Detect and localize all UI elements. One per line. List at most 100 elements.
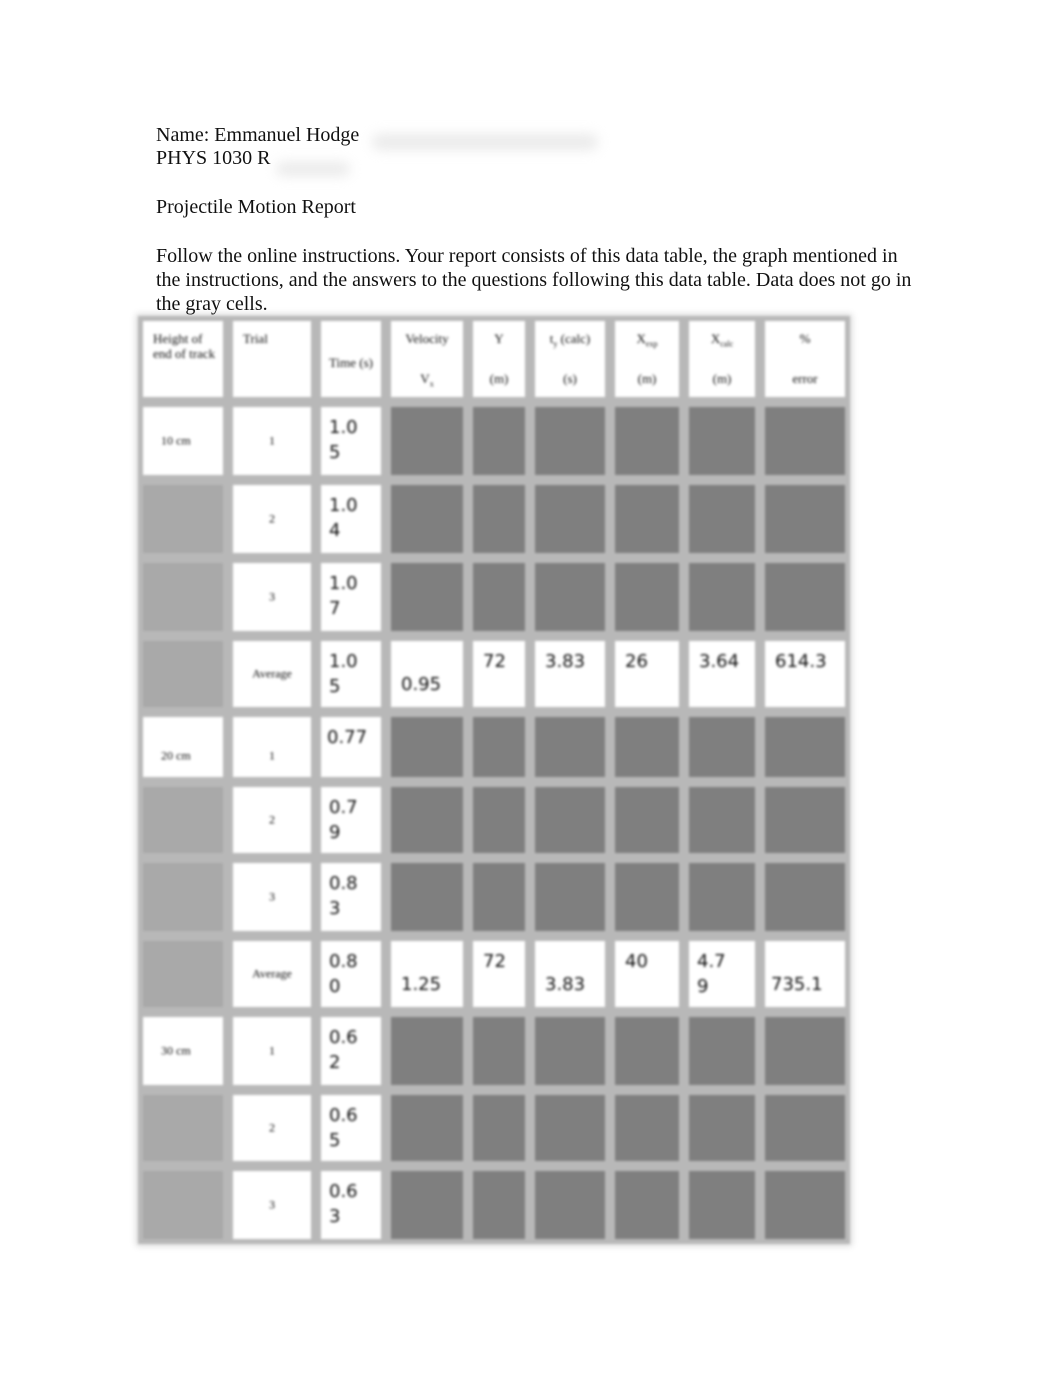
time-cell[interactable]: 0.83	[316, 858, 386, 936]
gray-cell	[468, 1012, 530, 1090]
x-calc-cell[interactable]: 4.79	[684, 936, 760, 1012]
time-cell[interactable]: 0.79	[316, 782, 386, 858]
trial-cell: 3	[228, 558, 316, 636]
gray-cell	[610, 858, 684, 936]
gray-cell	[468, 782, 530, 858]
table-row: 20 cm 1 0.77	[138, 712, 850, 782]
header-x-exp: Xexp (m)	[610, 316, 684, 402]
velocity-cell[interactable]: 1.25	[386, 936, 468, 1012]
table-header-row: Height of end of track Trial Time (s) Ve…	[138, 316, 850, 402]
table-row: 2 1.04	[138, 480, 850, 558]
x-exp-cell[interactable]: 26	[610, 636, 684, 712]
y-cell[interactable]: 72	[468, 636, 530, 712]
table-row: 3 0.83	[138, 858, 850, 936]
gray-cell	[138, 858, 228, 936]
average-row: Average 1.05 0.95 72 3.83 26 3.64 614.3	[138, 636, 850, 712]
time-cell[interactable]: 0.65	[316, 1090, 386, 1166]
gray-cell	[684, 858, 760, 936]
gray-cell	[138, 558, 228, 636]
x-exp-cell[interactable]: 40	[610, 936, 684, 1012]
avg-time-cell[interactable]: 0.80	[316, 936, 386, 1012]
average-label-cell: Average	[228, 636, 316, 712]
header-y: Y (m)	[468, 316, 530, 402]
header-velocity: Velocity Vx	[386, 316, 468, 402]
average-label-cell: Average	[228, 936, 316, 1012]
gray-cell	[386, 712, 468, 782]
trial-cell: 3	[228, 858, 316, 936]
gray-cell	[610, 558, 684, 636]
y-cell[interactable]: 72	[468, 936, 530, 1012]
gray-cell	[684, 480, 760, 558]
gray-cell	[684, 712, 760, 782]
gray-cell	[530, 782, 610, 858]
time-cell[interactable]: 0.77	[316, 712, 386, 782]
gray-cell	[386, 402, 468, 480]
header-trial: Trial	[228, 316, 316, 402]
gray-cell	[386, 1090, 468, 1166]
avg-time-cell[interactable]: 1.05	[316, 636, 386, 712]
table-row: 10 cm 1 1.05	[138, 402, 850, 480]
gray-cell	[684, 558, 760, 636]
gray-cell	[684, 1012, 760, 1090]
report-title: Projectile Motion Report	[156, 196, 356, 218]
gray-cell	[468, 558, 530, 636]
height-cell: 30 cm	[138, 1012, 228, 1090]
data-table: Height of end of track Trial Time (s) Ve…	[138, 316, 850, 1244]
trial-cell: 1	[228, 712, 316, 782]
gray-cell	[610, 480, 684, 558]
gray-cell	[468, 712, 530, 782]
gray-cell	[138, 1166, 228, 1244]
gray-cell	[468, 858, 530, 936]
gray-cell	[760, 1166, 850, 1244]
gray-cell	[386, 558, 468, 636]
redaction-blur	[372, 134, 598, 150]
time-cell[interactable]: 1.07	[316, 558, 386, 636]
ty-calc-cell[interactable]: 3.83	[530, 636, 610, 712]
gray-cell	[138, 936, 228, 1012]
header-x-calc: Xcalc (m)	[684, 316, 760, 402]
time-cell[interactable]: 0.62	[316, 1012, 386, 1090]
ty-calc-cell[interactable]: 3.83	[530, 936, 610, 1012]
gray-cell	[386, 782, 468, 858]
gray-cell	[386, 1012, 468, 1090]
average-row: Average 0.80 1.25 72 3.83 40 4.79 735.1	[138, 936, 850, 1012]
gray-cell	[530, 858, 610, 936]
trial-cell: 1	[228, 402, 316, 480]
table-row: 30 cm 1 0.62	[138, 1012, 850, 1090]
gray-cell	[138, 636, 228, 712]
data-table-container: Height of end of track Trial Time (s) Ve…	[138, 316, 850, 1244]
gray-cell	[610, 1090, 684, 1166]
gray-cell	[530, 558, 610, 636]
trial-cell: 3	[228, 1166, 316, 1244]
gray-cell	[610, 1166, 684, 1244]
x-calc-cell[interactable]: 3.64	[684, 636, 760, 712]
gray-cell	[468, 1166, 530, 1244]
gray-cell	[760, 1012, 850, 1090]
gray-cell	[138, 782, 228, 858]
time-cell[interactable]: 1.04	[316, 480, 386, 558]
gray-cell	[610, 1012, 684, 1090]
percent-error-cell[interactable]: 735.1	[760, 936, 850, 1012]
trial-cell: 2	[228, 782, 316, 858]
table-row: 3 1.07	[138, 558, 850, 636]
header-time: Time (s)	[316, 316, 386, 402]
gray-cell	[468, 1090, 530, 1166]
student-name: Name: Emmanuel Hodge	[156, 124, 360, 146]
gray-cell	[760, 712, 850, 782]
gray-cell	[386, 858, 468, 936]
gray-cell	[684, 1166, 760, 1244]
gray-cell	[530, 1090, 610, 1166]
gray-cell	[138, 480, 228, 558]
gray-cell	[530, 1012, 610, 1090]
velocity-cell[interactable]: 0.95	[386, 636, 468, 712]
gray-cell	[386, 1166, 468, 1244]
time-cell[interactable]: 1.05	[316, 402, 386, 480]
gray-cell	[684, 782, 760, 858]
gray-cell	[610, 402, 684, 480]
gray-cell	[760, 1090, 850, 1166]
gray-cell	[468, 480, 530, 558]
time-cell[interactable]: 0.63	[316, 1166, 386, 1244]
trial-cell: 1	[228, 1012, 316, 1090]
gray-cell	[530, 1166, 610, 1244]
percent-error-cell[interactable]: 614.3	[760, 636, 850, 712]
